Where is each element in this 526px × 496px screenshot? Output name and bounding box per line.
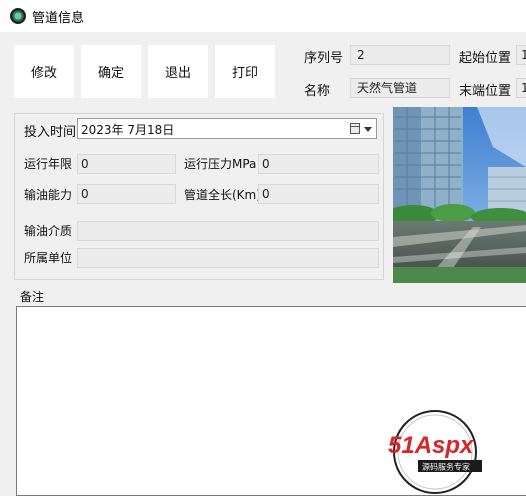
end-position-field[interactable]: 1	[516, 78, 526, 98]
medium-field[interactable]	[77, 221, 379, 241]
print-button[interactable]: 打印	[215, 45, 275, 98]
name-label: 名称	[304, 84, 331, 99]
window-title: 管道信息	[32, 11, 85, 26]
exit-button[interactable]: 退出	[148, 45, 208, 98]
city-scene-image	[393, 107, 526, 283]
medium-label: 输油介质	[24, 224, 73, 238]
app-icon	[10, 8, 26, 24]
commission-date-picker[interactable]: 2023年 7月18日	[77, 118, 377, 139]
watermark-tagline: 源码服务专家	[422, 462, 470, 472]
pressure-field[interactable]: 0	[258, 154, 379, 174]
date-value: 2023年 7月18日	[81, 123, 175, 137]
start-position-field[interactable]: 1	[516, 45, 526, 65]
length-label: 管道全长(Km)	[184, 188, 261, 202]
remarks-label: 备注	[20, 290, 45, 304]
calendar-icon[interactable]	[350, 123, 360, 134]
serial-label: 序列号	[304, 51, 344, 66]
serial-field[interactable]: 2	[350, 45, 450, 65]
length-field[interactable]: 0	[258, 184, 379, 204]
name-field[interactable]: 天然气管道	[350, 78, 450, 98]
watermark-logo: 51Aspx 源码服务专家	[388, 410, 482, 494]
edit-button[interactable]: 修改	[14, 45, 74, 98]
confirm-button[interactable]: 确定	[81, 45, 141, 98]
watermark-brand: 51Aspx	[388, 432, 475, 459]
start-position-label: 起始位置	[459, 51, 512, 66]
capacity-field[interactable]: 0	[77, 184, 176, 204]
end-position-label: 末端位置	[459, 84, 512, 99]
years-label: 运行年限	[24, 157, 73, 171]
years-field[interactable]: 0	[77, 154, 176, 174]
pressure-label: 运行压力MPa	[184, 157, 257, 171]
capacity-label: 输油能力	[24, 188, 73, 202]
commission-date-label: 投入时间	[24, 125, 77, 140]
unit-label: 所属单位	[24, 251, 73, 265]
dropdown-arrow-icon[interactable]	[364, 127, 372, 132]
unit-field[interactable]	[77, 248, 379, 268]
